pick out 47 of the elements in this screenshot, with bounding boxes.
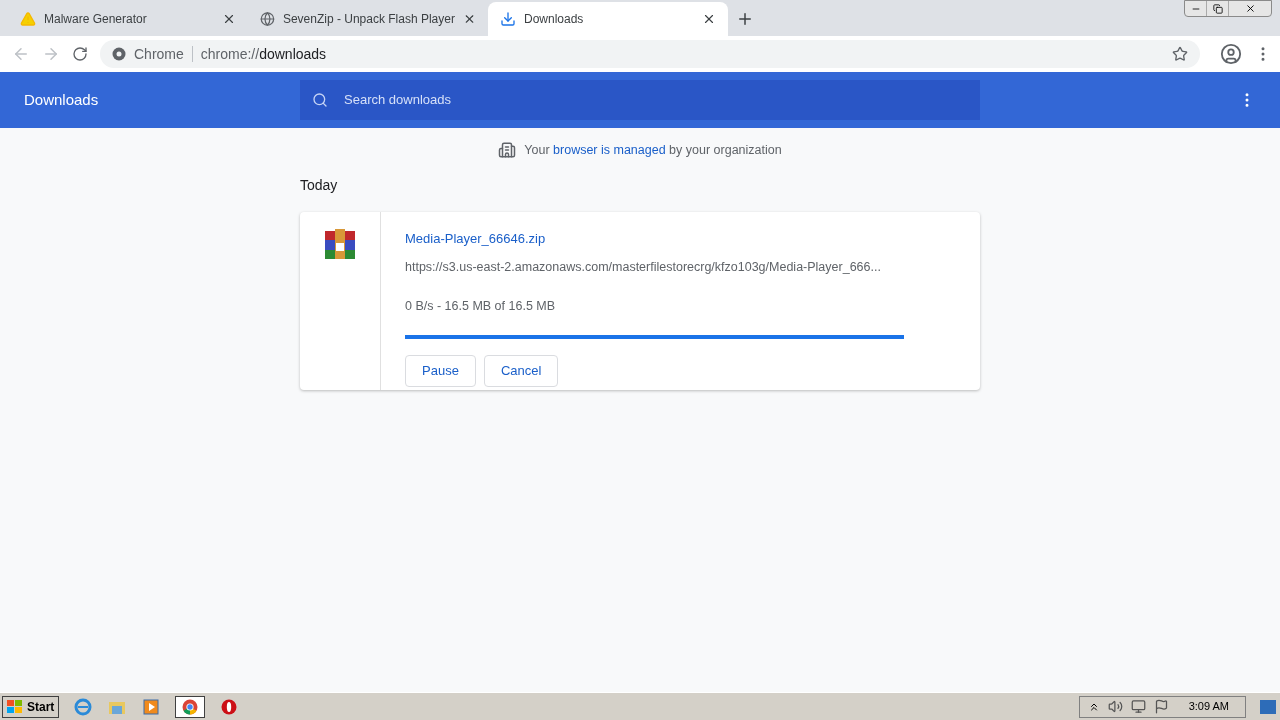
globe-icon — [260, 11, 275, 27]
pause-button[interactable]: Pause — [405, 354, 476, 387]
building-icon — [498, 141, 517, 160]
bookmark-star-icon[interactable] — [1172, 46, 1188, 62]
cancel-button[interactable]: Cancel — [483, 354, 559, 387]
start-button[interactable]: Start — [2, 695, 60, 718]
browser-e-icon — [74, 697, 93, 716]
archive-icon — [323, 228, 357, 261]
download-status: 0 B/s - 16.5 MB of 16.5 MB — [405, 298, 557, 315]
warning-icon — [20, 11, 36, 27]
section-heading: Today — [300, 175, 339, 195]
reload-icon[interactable] — [72, 46, 88, 62]
browser-tab[interactable]: SevenZip - Unpack Flash Player — [248, 2, 488, 36]
download-icon — [500, 11, 516, 27]
network-icon[interactable] — [1130, 699, 1146, 714]
flag-icon[interactable] — [1153, 699, 1169, 714]
close-icon[interactable] — [222, 12, 236, 26]
taskbar-app[interactable] — [175, 695, 206, 718]
windows-logo-icon — [7, 699, 23, 714]
close-icon[interactable] — [702, 12, 716, 26]
browser-tab[interactable]: Downloads — [488, 2, 728, 36]
managed-link[interactable]: browser is managed — [553, 143, 666, 157]
opera-icon — [221, 698, 238, 715]
tab-title: Malware Generator — [44, 11, 148, 28]
managed-notice: Your browser is managed by your organization — [524, 142, 782, 159]
tab-title: SevenZip - Unpack Flash Player — [282, 11, 455, 28]
tab-title: Downloads — [524, 11, 585, 28]
search-bar[interactable]: Search downloads — [300, 80, 980, 120]
profile-icon[interactable] — [1220, 43, 1242, 65]
search-icon — [312, 92, 328, 108]
file-name-link[interactable]: Media-Player_66646.zip — [405, 228, 980, 249]
close-icon — [1244, 3, 1256, 14]
clock: 3:09 AM — [1188, 699, 1229, 715]
chrome-icon — [182, 698, 199, 715]
restore-icon — [1212, 3, 1223, 14]
search-field[interactable]: Search downloads — [344, 90, 968, 110]
address-bar[interactable]: Chrome chrome://downloads — [100, 40, 1200, 68]
page-title: Downloads — [24, 89, 100, 110]
show-desktop-button[interactable] — [1260, 699, 1276, 714]
volume-icon[interactable] — [1107, 699, 1123, 714]
scheme-label: Chrome — [134, 44, 184, 64]
download-url: https://s3.us-east-2.amazonaws.com/masterfilestorecrg/kfzo103g/Media-Player_666... — [405, 259, 882, 277]
new-tab-icon[interactable] — [736, 10, 754, 28]
browser-tab[interactable]: Malware Generator — [8, 2, 248, 36]
url-text: chrome://downloads — [200, 44, 327, 64]
play-icon — [143, 698, 160, 715]
chrome-icon — [112, 47, 126, 61]
